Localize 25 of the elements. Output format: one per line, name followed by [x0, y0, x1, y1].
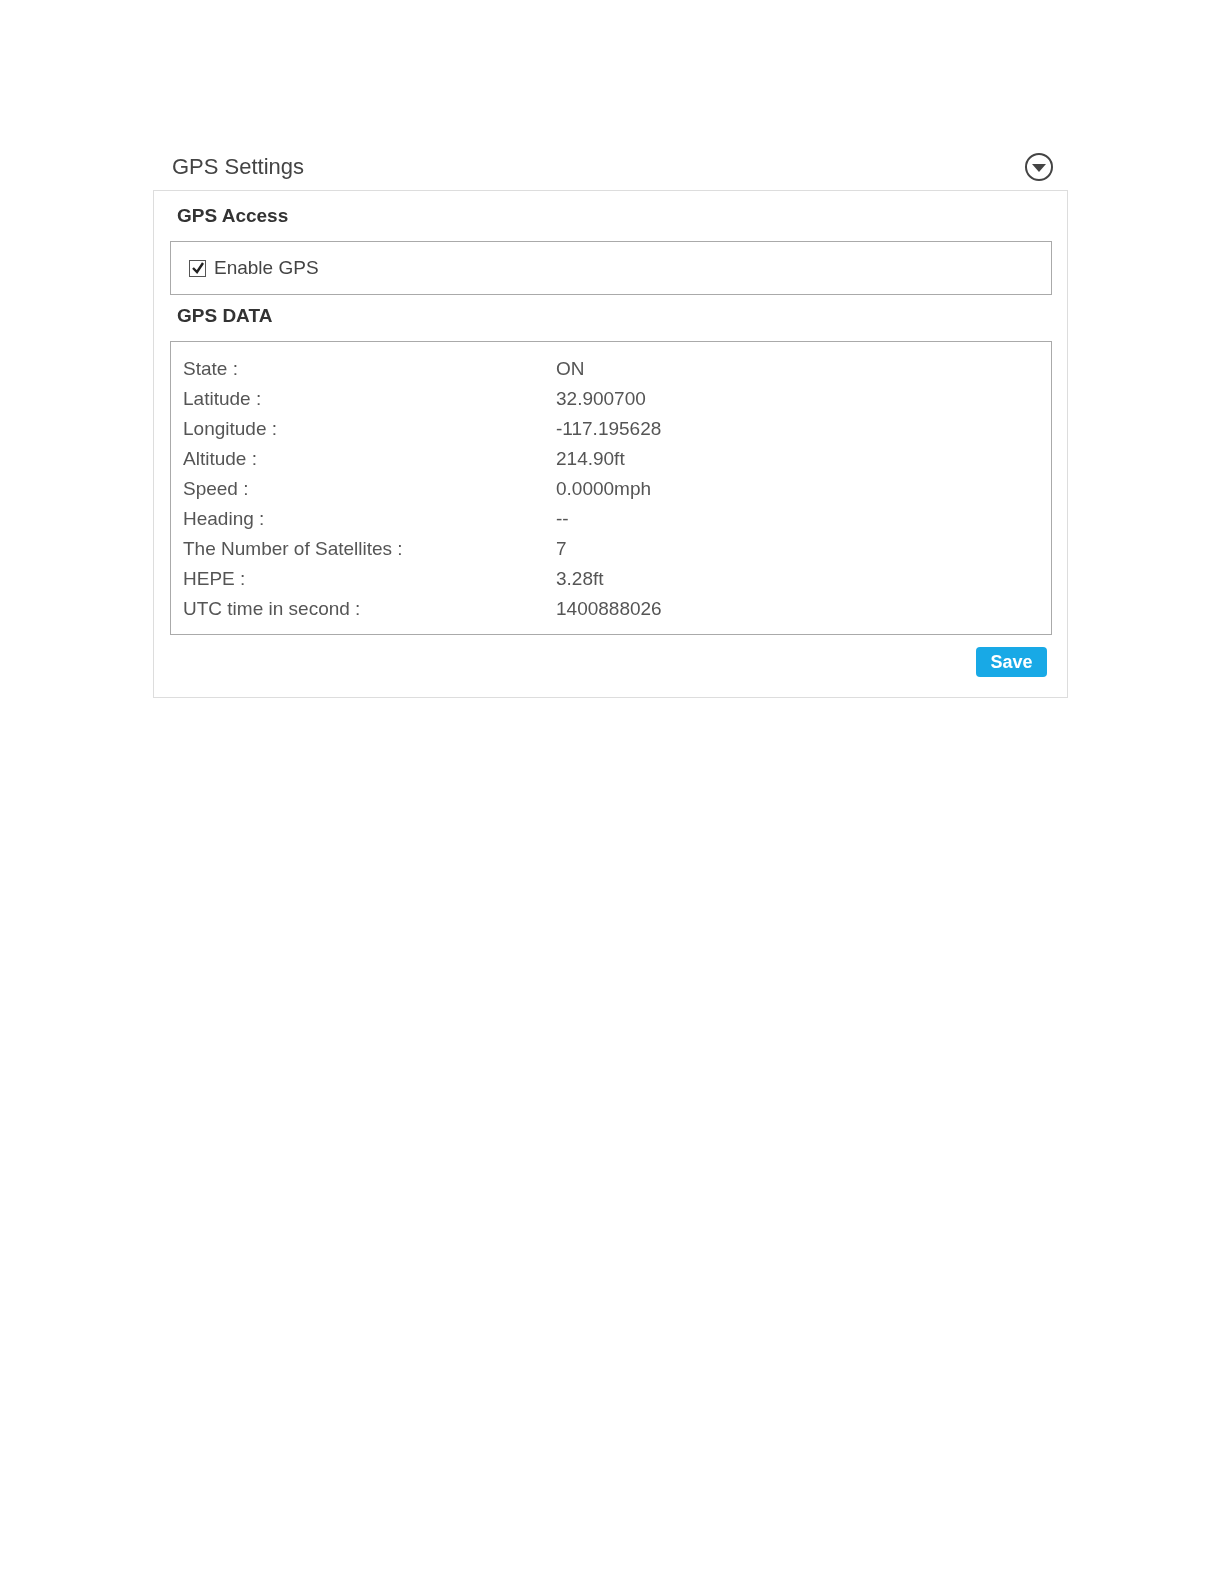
field-value: 1400888026 [556, 598, 663, 620]
field-value: 0.0000mph [556, 478, 653, 500]
field-label: Latitude : [183, 388, 263, 410]
field-label: Longitude : [183, 418, 279, 440]
field-value: 3.28ft [556, 568, 605, 590]
field-value: 214.90ft [556, 448, 626, 470]
field-label: Heading : [183, 508, 266, 530]
field-value: -- [556, 508, 570, 530]
save-button[interactable]: Save [976, 647, 1047, 677]
field-value: -117.195628 [556, 418, 663, 440]
collapse-icon[interactable] [1024, 152, 1054, 182]
checkbox[interactable] [189, 259, 206, 277]
field-value: 7 [556, 538, 568, 560]
section-heading: GPS DATA [176, 304, 274, 328]
section-heading: GPS Access [176, 204, 290, 228]
field-label: HEPE : [183, 568, 247, 590]
field-value: 32.900700 [556, 388, 647, 410]
checkbox-label: Enable GPS [214, 257, 319, 279]
field-label: The Number of Satellites : [183, 538, 404, 560]
section-title: GPS Settings [172, 154, 305, 180]
field-label: Speed : [183, 478, 250, 500]
field-label: Altitude : [183, 448, 258, 470]
field-label: State : [183, 358, 239, 380]
field-value: ON [556, 358, 586, 380]
field-label: UTC time in second : [183, 598, 362, 620]
